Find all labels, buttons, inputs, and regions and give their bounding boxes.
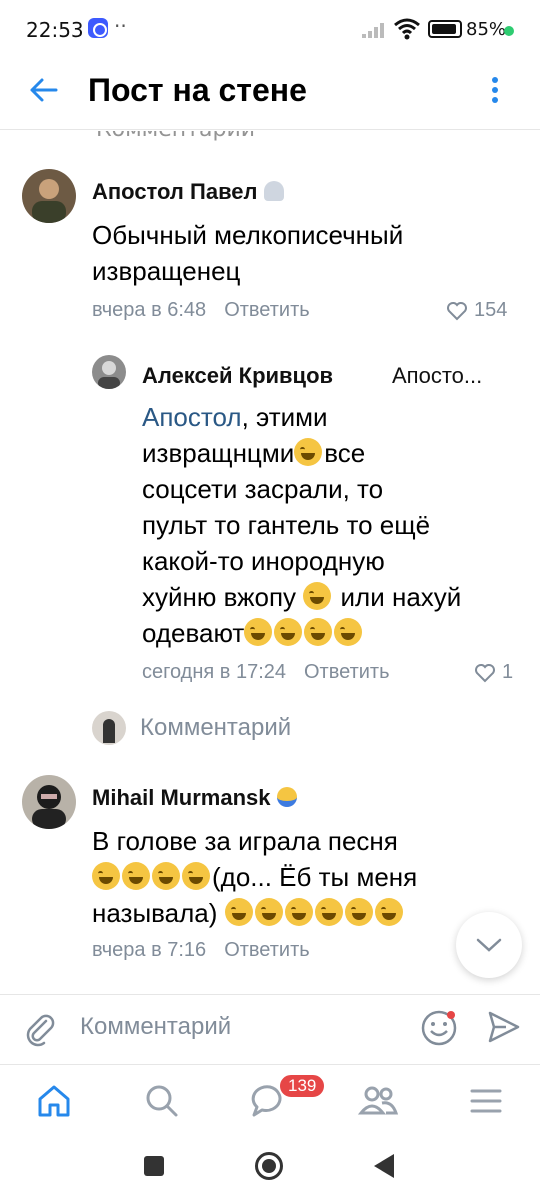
comment-meta: вчера в 7:16 Ответить: [92, 939, 328, 962]
joy-emoji-icon: [314, 898, 343, 926]
send-icon[interactable]: [486, 1009, 522, 1045]
partial-comment-row: Комментарий: [96, 131, 255, 142]
comment-author[interactable]: Апостол Павел: [92, 179, 284, 205]
page-title: Пост на стене: [88, 72, 307, 108]
avatar[interactable]: [22, 169, 76, 223]
more-vertical-icon[interactable]: [480, 68, 510, 112]
joy-emoji-icon: [152, 862, 180, 890]
joy-emoji-icon: [374, 898, 403, 926]
status-time: 22:53: [26, 18, 84, 42]
comment-author[interactable]: Алексей Кривцов: [142, 363, 333, 389]
rofl-emoji-icon: [303, 582, 332, 610]
comments-feed[interactable]: Комментарий Апостол Павел Обычный мелкоп…: [0, 131, 540, 993]
author-name: Апостол Павел: [92, 179, 258, 204]
joy-emoji-icon: [122, 862, 150, 890]
comment-time: сегодня в 17:24: [142, 661, 286, 683]
like-count: 1: [502, 661, 514, 683]
status-bar: 22:53 ·· 85%: [0, 0, 540, 60]
comment-author[interactable]: Mihail Murmansk: [92, 785, 297, 811]
messages-badge: 139: [278, 1073, 327, 1099]
reply-button[interactable]: Ответить: [224, 939, 310, 961]
back-arrow-icon[interactable]: [22, 68, 66, 112]
joy-emoji-icon: [344, 898, 373, 926]
app-notification-icon: [88, 18, 108, 38]
comment-text: Обычный мелкописечный извращенец: [92, 220, 404, 286]
reply-button[interactable]: Ответить: [224, 299, 310, 321]
heart-icon: [447, 301, 467, 320]
search-icon[interactable]: [140, 1079, 184, 1123]
write-reply-row[interactable]: Комментарий: [92, 711, 291, 745]
joy-emoji-icon: [182, 862, 210, 890]
mask-emoji-icon: [276, 787, 297, 807]
chevron-down-icon: [476, 938, 502, 952]
system-navigation-bar: [0, 1136, 540, 1200]
rofl-emoji-icon: [294, 438, 323, 466]
like-button[interactable]: 154: [446, 299, 507, 322]
joy-emoji-icon: [254, 898, 283, 926]
top-app-bar: Пост на стене: [0, 60, 540, 130]
comment-time: вчера в 6:48: [92, 299, 207, 321]
avatar[interactable]: [92, 355, 126, 389]
joy-emoji-icon: [284, 898, 313, 926]
comment-text: Апостол, этими извращнцми все соцсети зас…: [142, 402, 462, 648]
ghost-icon: [263, 181, 284, 201]
paperclip-icon[interactable]: [22, 1011, 58, 1047]
reply-to-name[interactable]: Апосто...: [392, 363, 482, 389]
emoji-smile-icon[interactable]: [420, 1009, 458, 1047]
signal-icon: [362, 23, 384, 38]
recent-apps-icon[interactable]: [144, 1156, 164, 1176]
comment-text: В голове за играла песня (до... Ёб ты ме…: [92, 826, 418, 928]
avatar[interactable]: [22, 775, 76, 829]
reply-button[interactable]: Ответить: [304, 661, 390, 683]
status-indicator-dot: [504, 26, 514, 36]
joy-emoji-icon: [244, 618, 273, 646]
like-count: 154: [474, 299, 508, 321]
wifi-icon: [394, 18, 420, 40]
battery-percent: 85%: [466, 19, 507, 40]
comment-input[interactable]: Комментарий: [80, 1013, 231, 1041]
joy-emoji-icon: [224, 898, 253, 926]
mention-link[interactable]: Апостол: [142, 402, 242, 432]
author-name: Mihail Murmansk: [92, 785, 271, 810]
home-button-icon[interactable]: [255, 1152, 283, 1180]
bottom-navigation: 139: [0, 1064, 540, 1136]
comment-time: вчера в 7:16: [92, 939, 207, 961]
write-reply-label[interactable]: Комментарий: [140, 714, 291, 742]
menu-hamburger-icon[interactable]: [464, 1079, 508, 1123]
comment-meta: сегодня в 17:24 Ответить: [142, 661, 408, 684]
scroll-down-button[interactable]: [456, 912, 522, 978]
joy-emoji-icon: [274, 618, 303, 646]
battery-icon: [428, 20, 462, 38]
home-icon[interactable]: [32, 1079, 76, 1123]
heart-icon: [475, 663, 495, 682]
joy-emoji-icon: [304, 618, 333, 646]
comment-composer: Комментарий: [0, 994, 540, 1062]
my-avatar: [92, 711, 126, 745]
comment-meta: вчера в 6:48 Ответить: [92, 299, 328, 322]
status-more-dots: ··: [114, 14, 127, 38]
friends-icon[interactable]: [356, 1079, 400, 1123]
like-button[interactable]: 1: [474, 661, 513, 684]
joy-emoji-icon: [92, 862, 120, 890]
system-back-icon[interactable]: [374, 1154, 394, 1178]
joy-emoji-icon: [334, 618, 363, 646]
